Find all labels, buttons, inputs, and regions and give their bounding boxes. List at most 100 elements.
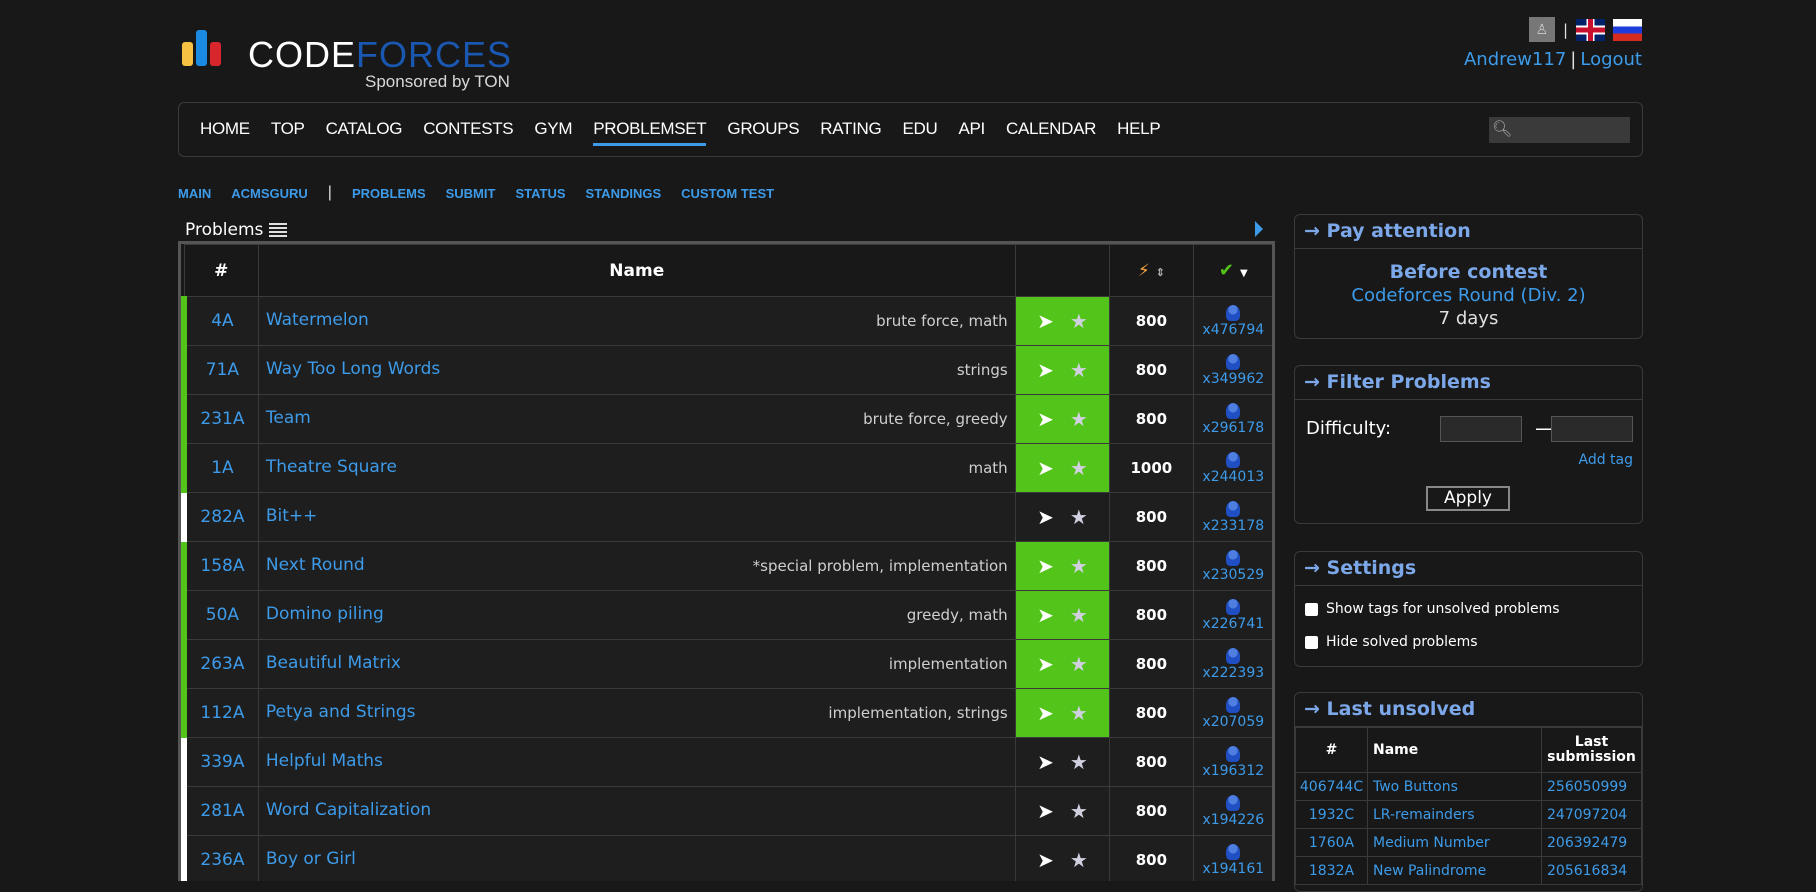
problem-tags[interactable]: implementation xyxy=(889,655,1008,673)
subnav-main[interactable]: MAIN xyxy=(178,186,211,201)
favourite-star-icon[interactable]: ★ xyxy=(1070,701,1088,725)
submit-icon[interactable]: ➤ xyxy=(1037,848,1054,872)
solved-count-link[interactable]: x196312 xyxy=(1202,763,1264,779)
nav-catalog[interactable]: CATALOG xyxy=(326,119,403,146)
col-name-header[interactable]: Name xyxy=(257,244,1016,297)
unsolved-name-link[interactable]: LR-remainders xyxy=(1367,800,1542,829)
solved-count-link[interactable]: x244013 xyxy=(1202,469,1264,485)
problem-tags[interactable]: brute force, math xyxy=(876,312,1008,330)
solved-count-link[interactable]: x233178 xyxy=(1202,518,1264,534)
problem-tags[interactable]: math xyxy=(968,459,1007,477)
problem-tags[interactable]: implementation, strings xyxy=(828,704,1007,722)
solved-count-link[interactable]: x222393 xyxy=(1202,665,1264,681)
problem-tags[interactable]: brute force, greedy xyxy=(863,410,1008,428)
problem-name-link[interactable]: Theatre Square xyxy=(266,457,397,477)
submit-icon[interactable]: ➤ xyxy=(1037,799,1054,823)
search-input[interactable] xyxy=(1513,120,1625,140)
unsolved-submission-link[interactable]: 247097204 xyxy=(1541,800,1642,829)
problem-id-link[interactable]: 236A xyxy=(181,835,259,881)
favourite-star-icon[interactable]: ★ xyxy=(1070,505,1088,529)
unsolved-submission-link[interactable]: 256050999 xyxy=(1541,772,1642,801)
unsolved-submission-link[interactable]: 206392479 xyxy=(1541,828,1642,857)
list-icon[interactable] xyxy=(269,223,288,237)
problem-id-link[interactable]: 282A xyxy=(181,492,259,542)
problem-name-link[interactable]: Bit++ xyxy=(266,506,318,526)
solved-count-link[interactable]: x194226 xyxy=(1202,812,1264,828)
nav-edu[interactable]: EDU xyxy=(902,119,937,146)
difficulty-max-input[interactable] xyxy=(1551,416,1633,442)
search-box[interactable]: 🔍︎ xyxy=(1489,117,1630,143)
unsolved-id-link[interactable]: 1760A xyxy=(1295,828,1368,857)
favourite-star-icon[interactable]: ★ xyxy=(1070,848,1088,872)
english-flag-icon[interactable] xyxy=(1576,18,1605,41)
favourite-star-icon[interactable]: ★ xyxy=(1070,554,1088,578)
submit-icon[interactable]: ➤ xyxy=(1037,603,1054,627)
nav-top[interactable]: TOP xyxy=(271,119,305,146)
problem-name-link[interactable]: Domino piling xyxy=(266,604,384,624)
problem-id-link[interactable]: 71A xyxy=(181,345,259,395)
unsolved-name-link[interactable]: Medium Number xyxy=(1367,828,1542,857)
nav-calendar[interactable]: CALENDAR xyxy=(1006,119,1096,146)
problem-id-link[interactable]: 158A xyxy=(181,541,259,591)
toggle-sidebar-arrow-icon[interactable] xyxy=(1255,221,1263,237)
problem-id-link[interactable]: 281A xyxy=(181,786,259,836)
solved-count-link[interactable]: x349962 xyxy=(1202,371,1264,387)
col-id-header[interactable]: # xyxy=(183,244,259,297)
accessibility-icon[interactable]: ♙ xyxy=(1528,17,1555,42)
solved-count-link[interactable]: x296178 xyxy=(1202,420,1264,436)
problem-name-link[interactable]: Watermelon xyxy=(266,310,369,330)
logout-link[interactable]: Logout xyxy=(1580,49,1642,70)
subnav-submit[interactable]: SUBMIT xyxy=(446,186,496,201)
solved-count-link[interactable]: x230529 xyxy=(1202,567,1264,583)
submit-icon[interactable]: ➤ xyxy=(1037,701,1054,725)
codeforces-logo[interactable]: CODEFORCES Sponsored by TON xyxy=(182,28,522,98)
unsolved-name-link[interactable]: Two Buttons xyxy=(1367,772,1542,801)
apply-button[interactable]: Apply xyxy=(1426,486,1510,511)
favourite-star-icon[interactable]: ★ xyxy=(1070,309,1088,333)
problem-name-link[interactable]: Way Too Long Words xyxy=(266,359,440,379)
profile-link[interactable]: Andrew117 xyxy=(1464,49,1566,70)
subnav-status[interactable]: STATUS xyxy=(515,186,565,201)
problem-name-link[interactable]: Word Capitalization xyxy=(266,800,431,820)
problem-name-link[interactable]: Next Round xyxy=(266,555,365,575)
unsolved-name-link[interactable]: New Palindrome xyxy=(1367,856,1542,885)
favourite-star-icon[interactable]: ★ xyxy=(1070,799,1088,823)
hide-solved-option[interactable]: Hide solved problems xyxy=(1305,634,1478,650)
nav-problemset[interactable]: PROBLEMSET xyxy=(593,119,707,146)
problem-name-link[interactable]: Helpful Maths xyxy=(266,751,383,771)
favourite-star-icon[interactable]: ★ xyxy=(1070,456,1088,480)
subnav-custom-test[interactable]: CUSTOM TEST xyxy=(681,186,774,201)
show-tags-checkbox[interactable] xyxy=(1305,602,1318,616)
unsolved-submission-link[interactable]: 205616834 xyxy=(1541,856,1642,885)
problem-id-link[interactable]: 231A xyxy=(181,394,259,444)
nav-rating[interactable]: RATING xyxy=(820,119,881,146)
submit-icon[interactable]: ➤ xyxy=(1037,505,1054,529)
solved-count-link[interactable]: x194161 xyxy=(1202,861,1264,877)
subnav-standings[interactable]: STANDINGS xyxy=(586,186,662,201)
contest-link[interactable]: Codeforces Round (Div. 2) xyxy=(1295,285,1642,306)
problem-tags[interactable]: strings xyxy=(957,361,1008,379)
problem-id-link[interactable]: 263A xyxy=(181,639,259,689)
problem-id-link[interactable]: 4A xyxy=(181,296,259,346)
problem-name-link[interactable]: Boy or Girl xyxy=(266,849,356,869)
nav-api[interactable]: API xyxy=(958,119,985,146)
submit-icon[interactable]: ➤ xyxy=(1037,309,1054,333)
nav-gym[interactable]: GYM xyxy=(534,119,572,146)
unsolved-id-link[interactable]: 406744C xyxy=(1295,772,1368,801)
unsolved-id-link[interactable]: 1832A xyxy=(1295,856,1368,885)
submit-icon[interactable]: ➤ xyxy=(1037,554,1054,578)
favourite-star-icon[interactable]: ★ xyxy=(1070,603,1088,627)
col-solved-header[interactable]: ✔ ▼ xyxy=(1192,244,1272,297)
favourite-star-icon[interactable]: ★ xyxy=(1070,750,1088,774)
col-difficulty-header[interactable]: ⚡ ⇕ xyxy=(1109,244,1194,297)
nav-contests[interactable]: CONTESTS xyxy=(423,119,513,146)
submit-icon[interactable]: ➤ xyxy=(1037,407,1054,431)
problem-name-link[interactable]: Team xyxy=(266,408,311,428)
favourite-star-icon[interactable]: ★ xyxy=(1070,358,1088,382)
favourite-star-icon[interactable]: ★ xyxy=(1070,652,1088,676)
submit-icon[interactable]: ➤ xyxy=(1037,750,1054,774)
submit-icon[interactable]: ➤ xyxy=(1037,456,1054,480)
russian-flag-icon[interactable] xyxy=(1613,18,1642,41)
add-tag-link[interactable]: Add tag xyxy=(1578,452,1633,468)
unsolved-id-link[interactable]: 1932C xyxy=(1295,800,1368,829)
